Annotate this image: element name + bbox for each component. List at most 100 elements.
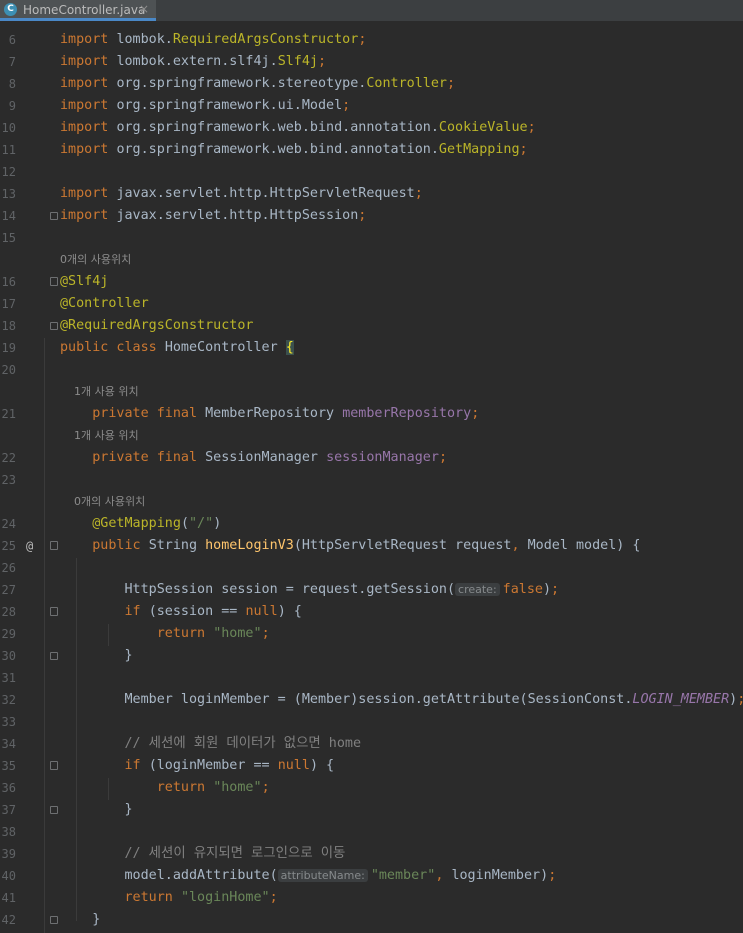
code-line: 24 @GetMapping("/"): [0, 513, 743, 535]
code-line: 22 private final SessionManager sessionM…: [0, 447, 743, 469]
code-token: ;: [446, 76, 456, 91]
code-text[interactable]: @GetMapping("/"): [60, 513, 221, 535]
code-text[interactable]: public String homeLoginV3(HttpServletReq…: [60, 535, 640, 557]
code-token: ;: [261, 780, 270, 795]
code-text[interactable]: import org.springframework.stereotype.Co…: [60, 73, 455, 95]
code-token: "member": [370, 868, 436, 883]
code-text[interactable]: public class HomeController {: [60, 337, 294, 359]
usage-hint[interactable]: 0개의 사용위치: [60, 491, 145, 513]
code-token: ;: [548, 868, 557, 883]
fold-end-icon[interactable]: [50, 652, 58, 660]
code-text[interactable]: import org.springframework.web.bind.anno…: [60, 139, 528, 161]
java-class-icon: C: [4, 3, 17, 16]
code-token: return: [156, 626, 214, 641]
code-token: org.springframework.web.bind.annotation.: [116, 142, 439, 157]
code-text[interactable]: }: [60, 799, 132, 821]
code-text[interactable]: @Slf4j: [60, 271, 108, 293]
code-token: ,: [511, 538, 528, 553]
line-number: 33: [1, 715, 16, 729]
code-line: 17 @Controller: [0, 293, 743, 315]
usage-hint-line: 0개의 사용위치: [0, 491, 743, 513]
line-number: 18: [1, 319, 16, 333]
code-token: "loginHome": [180, 890, 270, 905]
line-number: 34: [1, 737, 16, 751]
code-text[interactable]: import lombok.extern.slf4j.Slf4j;: [60, 51, 326, 73]
code-line: 23: [0, 469, 743, 491]
line-number: 38: [1, 825, 16, 839]
code-token: org.springframework.stereotype.: [116, 76, 367, 91]
code-text[interactable]: return "home";: [60, 623, 270, 645]
code-line: 27 HttpSession session = request.getSess…: [0, 579, 743, 601]
code-text[interactable]: @Controller: [60, 293, 149, 315]
fold-open-icon[interactable]: [50, 277, 58, 286]
usage-hint[interactable]: 0개의 사용위치: [60, 249, 131, 271]
code-token: import: [60, 54, 117, 69]
code-token: javax.servlet.http.HttpSession: [116, 208, 359, 223]
code-line: 42 }: [0, 909, 743, 931]
code-token: ;: [551, 582, 560, 597]
code-token: {: [285, 340, 294, 355]
code-token: Member loginMember = (Member)session.get…: [60, 692, 633, 707]
code-text[interactable]: import org.springframework.web.bind.anno…: [60, 117, 536, 139]
code-text[interactable]: return "home";: [60, 777, 270, 799]
code-text[interactable]: @RequiredArgsConstructor: [60, 315, 253, 337]
code-token: CookieValue: [438, 120, 528, 135]
code-text[interactable]: HttpSession session = request.getSession…: [60, 579, 559, 601]
fold-end-icon[interactable]: [50, 806, 58, 814]
code-text[interactable]: import lombok.RequiredArgsConstructor;: [60, 29, 366, 51]
tab-homecontroller[interactable]: C HomeController.java ×: [0, 0, 156, 21]
fold-open-icon[interactable]: [50, 607, 58, 616]
code-token: org.springframework.ui.Model: [116, 98, 343, 113]
code-editor[interactable]: 6 import lombok.RequiredArgsConstructor; 7…: [0, 21, 743, 933]
fold-open-icon[interactable]: [50, 761, 58, 770]
code-token: ;: [318, 54, 327, 69]
code-token: ) {: [277, 604, 302, 619]
fold-end-icon[interactable]: [50, 322, 58, 330]
code-line: 38: [0, 821, 743, 843]
usage-hint[interactable]: 1개 사용 위치: [60, 425, 139, 447]
close-tab-icon[interactable]: ×: [139, 1, 149, 17]
code-text[interactable]: Member loginMember = (Member)session.get…: [60, 689, 743, 711]
code-token: sessionManager: [326, 450, 439, 465]
code-text[interactable]: }: [60, 645, 132, 667]
line-number: 35: [1, 759, 16, 773]
code-token: loginMember): [451, 868, 549, 883]
code-text[interactable]: import javax.servlet.http.HttpSession;: [60, 205, 366, 227]
line-number: 26: [1, 561, 16, 575]
code-text[interactable]: // 세션에 회원 데이터가 없으면 home: [60, 733, 362, 755]
code-text[interactable]: if (loginMember == null) {: [60, 755, 335, 777]
fold-end-icon[interactable]: [50, 916, 58, 924]
code-text[interactable]: if (session == null) {: [60, 601, 302, 623]
code-token: memberRepository: [342, 406, 472, 421]
code-text[interactable]: // 세션이 유지되면 로그인으로 이동: [60, 843, 346, 865]
code-token: ): [729, 692, 738, 707]
code-line: 20: [0, 359, 743, 381]
code-token: ): [542, 582, 552, 597]
code-token: return: [124, 890, 181, 905]
line-number: 17: [1, 297, 16, 311]
line-number: 42: [1, 913, 16, 927]
line-number: 29: [1, 627, 16, 641]
code-text[interactable]: return "loginHome";: [60, 887, 278, 909]
code-token: ;: [261, 626, 270, 641]
code-text[interactable]: private final SessionManager sessionMana…: [60, 447, 447, 469]
code-token: ;: [737, 692, 743, 707]
code-text[interactable]: }: [60, 909, 100, 931]
line-number: 12: [1, 165, 16, 179]
code-token: import: [60, 186, 117, 201]
code-text[interactable]: import javax.servlet.http.HttpServletReq…: [60, 183, 423, 205]
code-token: (: [180, 516, 189, 531]
fold-open-icon[interactable]: [50, 541, 58, 550]
line-number: 27: [1, 583, 16, 597]
code-text[interactable]: model.addAttribute(attributeName: "member…: [60, 865, 556, 887]
fold-end-icon[interactable]: [50, 212, 58, 220]
code-token: if: [124, 758, 149, 773]
code-token: import: [60, 32, 117, 47]
code-text[interactable]: private final MemberRepository memberRep…: [60, 403, 479, 425]
usage-hint[interactable]: 1개 사용 위치: [60, 381, 139, 403]
override-marker-icon[interactable]: @: [26, 535, 33, 557]
code-text[interactable]: import org.springframework.ui.Model;: [60, 95, 350, 117]
code-line: 14 import javax.servlet.http.HttpSession;: [0, 205, 743, 227]
